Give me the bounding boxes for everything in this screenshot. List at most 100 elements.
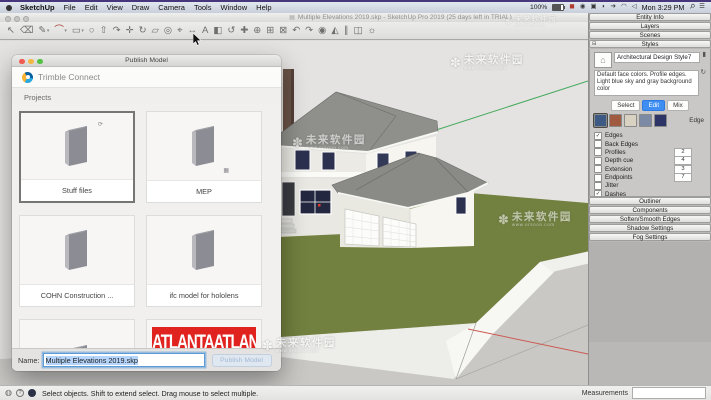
style-setting-icon-1[interactable] (609, 114, 622, 127)
name-input[interactable]: Multiple Elevations 2019.skp (43, 353, 205, 367)
collapse-icon[interactable]: ⊟ (592, 41, 597, 47)
checkbox-depth-cue[interactable] (594, 157, 602, 165)
zoom-extents-tool[interactable]: ⊠ (279, 26, 287, 36)
pan-tool[interactable]: ✚ (240, 26, 248, 36)
tab-mix[interactable]: Mix (667, 100, 689, 111)
project-tile-partial[interactable] (19, 319, 135, 348)
style-setting-icon-2[interactable] (624, 114, 637, 127)
look-around-tool[interactable]: ◭ (331, 26, 338, 36)
tray-section-fog-settings[interactable]: Fog Settings (589, 233, 711, 241)
checkbox-back-edges[interactable] (594, 140, 602, 148)
position-camera-tool[interactable]: ◉ (318, 26, 326, 36)
tray-section-layers[interactable]: Layers (589, 22, 711, 30)
tray-section-styles[interactable]: ⊟ Styles (589, 40, 711, 48)
tray-section-entity-info[interactable]: Entity Info (589, 13, 711, 21)
tray-section-outliner[interactable]: Outliner (589, 197, 711, 205)
menu-file[interactable]: File (64, 3, 76, 12)
project-tile-mep[interactable]: ▦ MEP (146, 111, 262, 203)
notification-center-icon[interactable]: ☰ (699, 4, 705, 11)
push-pull-tool[interactable]: ⇧ (100, 26, 108, 36)
spotlight-icon[interactable]: ⚲ (688, 4, 696, 12)
window-controls[interactable] (5, 16, 29, 22)
window-zoom-icon[interactable] (23, 16, 29, 22)
tray-section-shadow-settings[interactable]: Shadow Settings (589, 224, 711, 232)
style-name-field[interactable]: Architectural Design Style7 (614, 52, 700, 63)
paint-bucket-tool[interactable]: ◧ (213, 26, 222, 36)
geolocation-icon[interactable]: ◍ (5, 389, 12, 397)
section-plane-tool[interactable]: ◫ (353, 26, 362, 36)
move-tool[interactable]: ✛ (126, 26, 134, 36)
dropdown-arrow-icon[interactable]: ▾ (64, 28, 67, 34)
walk-tool[interactable]: ∥ (344, 26, 349, 36)
help-icon[interactable]: ? (16, 389, 24, 397)
tab-select[interactable]: Select (611, 100, 640, 111)
menubar-clock[interactable]: Mon 3:29 PM (642, 3, 685, 12)
menu-help[interactable]: Help (256, 3, 271, 12)
line-tool[interactable]: ✎▾ (38, 26, 49, 36)
record-icon[interactable]: ◼ (569, 4, 574, 11)
wifi-icon[interactable]: ◠ (621, 4, 627, 11)
camera-icon[interactable]: ◉ (580, 4, 586, 11)
zoom-tool[interactable]: ⊕ (253, 26, 261, 36)
window-close-icon[interactable] (5, 16, 11, 22)
zoom-window-tool[interactable]: ⊞ (266, 26, 274, 36)
menu-draw[interactable]: Draw (132, 3, 150, 12)
dialog-close-button[interactable] (19, 59, 25, 65)
tray-section-components[interactable]: Components (589, 206, 711, 214)
tab-edit[interactable]: Edit (642, 100, 665, 111)
previous-view-tool[interactable]: ↶ (292, 26, 300, 36)
follow-me-tool[interactable]: ↷ (113, 26, 121, 36)
dropdown-arrow-icon[interactable]: ▾ (47, 28, 50, 34)
orbit-tool[interactable]: ↺ (227, 26, 235, 36)
eraser-tool[interactable]: ⌫ (20, 26, 33, 36)
checkbox-profiles[interactable] (594, 148, 602, 156)
user-avatar[interactable] (28, 389, 36, 397)
tray-section-soften-smooth-edges[interactable]: Soften/Smooth Edges (589, 215, 711, 223)
dialog-zoom-button[interactable] (37, 59, 43, 65)
rotate-tool[interactable]: ↻ (139, 26, 147, 36)
checkbox-label: Profiles (605, 149, 626, 156)
measurements-input[interactable] (632, 387, 706, 399)
offset-tool[interactable]: ◎ (164, 26, 172, 36)
project-tile-atlanta[interactable]: ATLANTAATLANTA (146, 319, 262, 348)
value-field-endpoints[interactable]: 7 (674, 173, 692, 182)
menu-view[interactable]: View (107, 3, 123, 12)
menu-tools[interactable]: Tools (194, 3, 212, 12)
circle-tool[interactable]: ○ (89, 26, 95, 36)
style-setting-icon-0[interactable] (594, 114, 607, 127)
project-tile-stuff-files[interactable]: ⟳ Stuff files (19, 111, 135, 203)
tray-section-scenes[interactable]: Scenes (589, 31, 711, 39)
dialog-titlebar[interactable]: Publish Model (12, 55, 281, 67)
style-description[interactable]: Default face colors. Profile edges. Ligh… (594, 70, 699, 96)
style-setting-icon-4[interactable] (654, 114, 667, 127)
menu-sketchup[interactable]: SketchUp (20, 3, 55, 12)
shape-tool[interactable]: ▭▾ (72, 26, 84, 36)
chat-icon[interactable]: ◗ (602, 4, 606, 11)
volume-icon[interactable]: ◁ (632, 4, 637, 11)
style-setting-icon-3[interactable] (639, 114, 652, 127)
window-minimize-icon[interactable] (14, 16, 20, 22)
display-icon[interactable]: ▣ (590, 4, 596, 11)
menu-camera[interactable]: Camera (158, 3, 185, 12)
checkbox-jitter[interactable] (594, 182, 602, 190)
dialog-minimize-button[interactable] (28, 59, 34, 65)
project-tile-cohn-construction[interactable]: COHN Construction ... (19, 215, 135, 307)
update-style-icon[interactable]: ↻ (701, 70, 706, 77)
tape-measure-tool[interactable]: ⌖ (177, 26, 182, 36)
dropdown-arrow-icon[interactable]: ▾ (81, 28, 84, 34)
shadows-toggle[interactable]: ☼ (367, 26, 376, 36)
publish-model-button[interactable]: Publish Model (212, 354, 272, 367)
checkbox-edges[interactable]: ✓ (594, 132, 602, 140)
checkbox-endpoints[interactable] (594, 174, 602, 182)
menu-window[interactable]: Window (220, 3, 247, 12)
scale-tool[interactable]: ▱ (152, 26, 159, 36)
apple-menu-icon[interactable] (6, 5, 12, 11)
select-tool[interactable]: ↖ (7, 26, 15, 36)
arc-tool[interactable]: ⌒▾ (54, 26, 67, 36)
checkbox-extension[interactable] (594, 165, 602, 173)
next-view-tool[interactable]: ↷ (305, 26, 313, 36)
project-tile-ifc-model[interactable]: ifc model for hololens (146, 215, 262, 307)
menu-edit[interactable]: Edit (85, 3, 98, 12)
checkbox-dashes[interactable]: ✓ (594, 190, 602, 197)
redirect-icon[interactable]: ➔ (611, 4, 616, 11)
